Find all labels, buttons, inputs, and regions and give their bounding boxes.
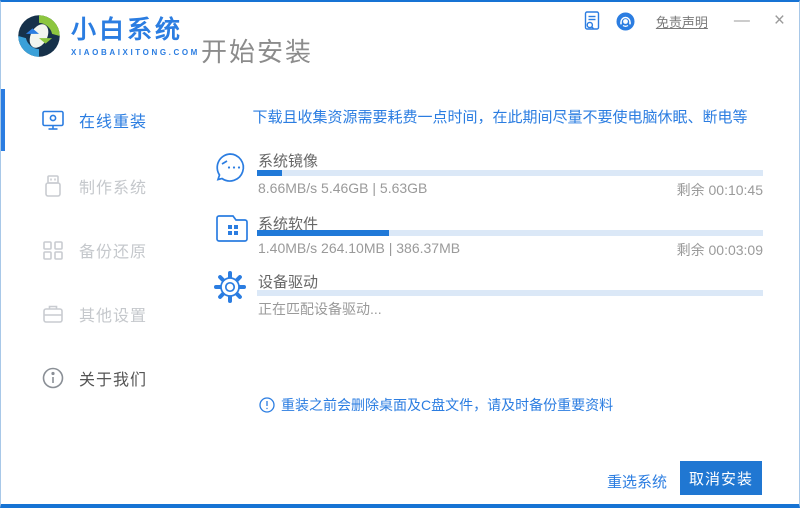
task-stats-row: 1.40MB/s 264.10MB | 386.37MB 剩余 00:03:09 [258, 240, 763, 260]
task-title: 设备驱动 [258, 274, 319, 291]
sidebar-item-label: 制作系统 [79, 180, 148, 197]
task-title: 系统镜像 [258, 153, 319, 170]
warning-notice: 重装之前会删除桌面及C盘文件，请及时备份重要资料 [259, 395, 613, 415]
sidebar-item-label: 其他设置 [79, 308, 148, 325]
usb-drive-icon [45, 175, 61, 197]
gear-icon [214, 271, 246, 303]
app-window: 小白系统 XIAOBAIXITONG.COM 开始安装 免责声明 — × 在线重… [0, 0, 800, 508]
minimize-button[interactable]: — [728, 11, 756, 31]
progress-bar [257, 290, 763, 296]
progress-bar [257, 230, 763, 236]
sidebar-item-other-settings[interactable]: 其他设置 [1, 292, 201, 336]
sidebar-item-label: 在线重装 [79, 114, 148, 131]
sidebar-item-label: 备份还原 [79, 244, 148, 261]
reselect-system-button[interactable]: 重选系统 [601, 467, 673, 496]
task-stats: 8.66MB/s 5.46GB | 5.63GB [258, 180, 428, 196]
document-log-icon[interactable] [582, 11, 602, 31]
cancel-install-button[interactable]: 取消安装 [680, 461, 762, 495]
info-circle-icon [42, 367, 64, 389]
brand-name: 小白系统 [71, 16, 184, 44]
sidebar-item-online-reinstall[interactable]: 在线重装 [1, 89, 201, 151]
brand: 小白系统 XIAOBAIXITONG.COM [71, 16, 200, 57]
task-remaining: 剩余 00:10:45 [676, 182, 763, 198]
sidebar-item-about-us[interactable]: 关于我们 [1, 356, 201, 400]
titlebar: 免责声明 — × [582, 8, 789, 34]
sidebar: 在线重装 制作系统 备份还原 其他设置 关于我们 [1, 86, 201, 504]
toolbox-icon [43, 305, 63, 323]
progress-bar [257, 170, 763, 176]
task-remaining: 剩余 00:03:09 [676, 242, 763, 258]
monitor-icon [42, 110, 64, 130]
task-stats-row: 8.66MB/s 5.46GB | 5.63GB 剩余 00:10:45 [258, 180, 763, 200]
top-notice: 下载且收集资源需要耗费一点时间，在此期间尽量不要使电脑休眠、断电等 [252, 109, 748, 126]
folder-apps-icon [216, 215, 248, 242]
app-logo-icon [18, 15, 60, 57]
task-stats-row: 正在匹配设备驱动... [258, 299, 763, 319]
face-chat-icon [216, 153, 245, 182]
blocks-icon [43, 241, 63, 260]
active-indicator [1, 89, 5, 151]
progress-fill [257, 170, 283, 176]
page-title: 开始安装 [201, 37, 314, 67]
support-headset-icon[interactable] [616, 11, 636, 31]
alert-circle-icon [259, 397, 275, 413]
sidebar-item-backup-restore[interactable]: 备份还原 [1, 228, 201, 272]
header: 小白系统 XIAOBAIXITONG.COM 开始安装 免责声明 — × [1, 2, 799, 86]
task-stats: 正在匹配设备驱动... [258, 301, 382, 317]
sidebar-item-make-system[interactable]: 制作系统 [1, 164, 201, 208]
close-button[interactable]: × [770, 11, 789, 31]
sidebar-item-label: 关于我们 [79, 372, 148, 389]
warning-text: 重装之前会删除桌面及C盘文件，请及时备份重要资料 [281, 397, 614, 413]
disclaimer-link[interactable]: 免责声明 [656, 12, 708, 31]
brand-domain: XIAOBAIXITONG.COM [71, 48, 200, 57]
task-stats: 1.40MB/s 264.10MB | 386.37MB [258, 240, 461, 256]
progress-fill [257, 230, 389, 236]
